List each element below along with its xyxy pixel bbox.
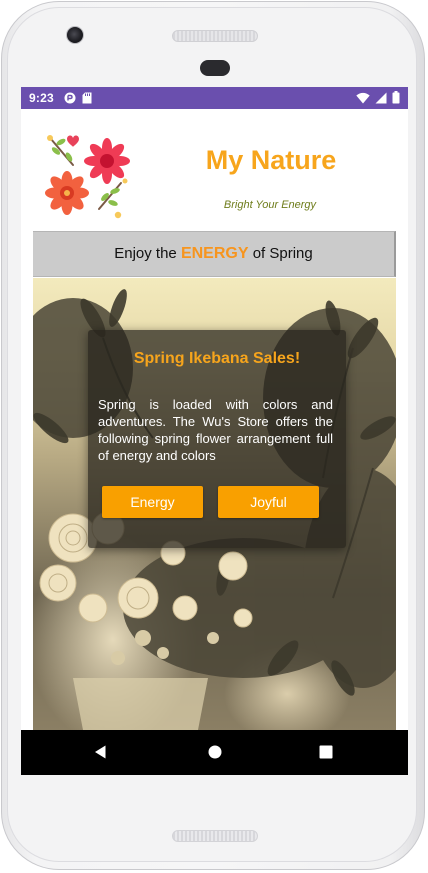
status-right-icons bbox=[356, 91, 400, 104]
recents-button[interactable] bbox=[316, 742, 336, 762]
front-camera-icon bbox=[66, 26, 84, 44]
card-description: Spring is loaded with colors and adventu… bbox=[98, 397, 333, 463]
app-title: My Nature bbox=[205, 145, 337, 175]
sd-card-icon bbox=[82, 92, 92, 104]
flowers-logo-icon bbox=[45, 135, 130, 219]
bottom-speaker bbox=[172, 830, 258, 842]
phone-frame: 9:23 My Nature Bright Your Energy Enjoy … bbox=[0, 0, 428, 873]
joyful-button[interactable]: Joyful bbox=[218, 486, 319, 518]
earpiece-speaker bbox=[172, 30, 258, 42]
flower-hero-image: Spring Ikebana Sales! Spring is loaded w… bbox=[33, 278, 396, 730]
status-bar: 9:23 bbox=[21, 87, 408, 109]
banner-suffix: of Spring bbox=[252, 245, 313, 262]
system-nav-bar bbox=[21, 730, 408, 775]
app-header: My Nature Bright Your Energy bbox=[21, 109, 408, 231]
status-left-icons bbox=[64, 92, 92, 104]
battery-icon bbox=[392, 91, 400, 104]
status-time: 9:23 bbox=[29, 91, 54, 105]
card-title: Spring Ikebana Sales! bbox=[133, 350, 301, 367]
home-button[interactable] bbox=[205, 742, 225, 762]
app-screen: 9:23 My Nature Bright Your Energy Enjoy … bbox=[21, 87, 408, 775]
spring-banner: Enjoy the ENERGY of Spring bbox=[33, 231, 396, 277]
home-icon bbox=[208, 745, 222, 759]
cellular-signal-icon bbox=[375, 92, 387, 103]
banner-prefix: Enjoy the bbox=[114, 245, 177, 262]
energy-button[interactable]: Energy bbox=[102, 486, 203, 518]
app-subtitle: Bright Your Energy bbox=[223, 199, 317, 211]
recents-icon bbox=[319, 745, 333, 759]
proximity-sensor bbox=[200, 60, 230, 76]
back-icon bbox=[95, 745, 106, 759]
app-notification-icon bbox=[64, 92, 76, 104]
wifi-icon bbox=[356, 92, 370, 103]
back-button[interactable] bbox=[91, 742, 111, 762]
sales-card: Spring Ikebana Sales! Spring is loaded w… bbox=[88, 330, 346, 548]
banner-highlight: ENERGY bbox=[180, 245, 249, 262]
